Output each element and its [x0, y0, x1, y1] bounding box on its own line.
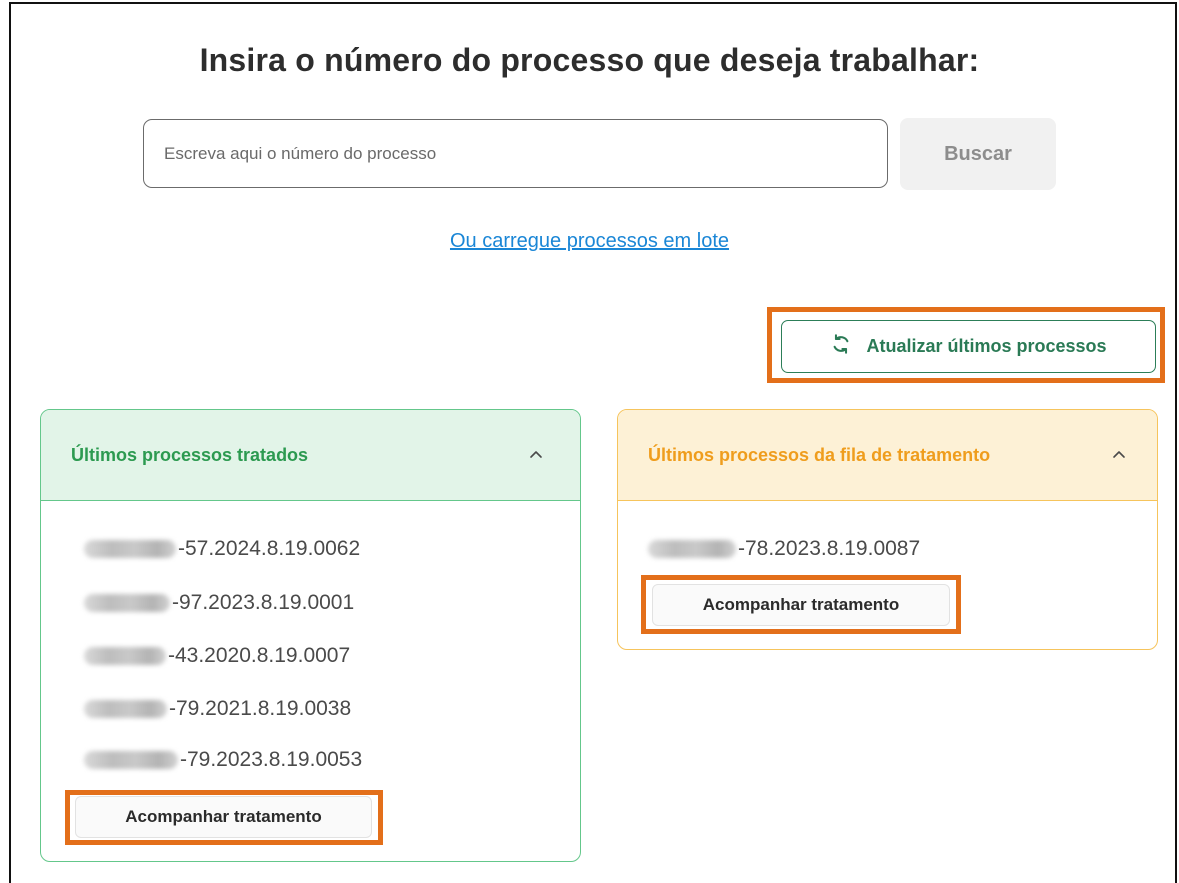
process-number-input[interactable]: [143, 119, 888, 188]
search-button[interactable]: Buscar: [900, 118, 1056, 190]
treated-process-item[interactable]: -79.2021.8.19.0038: [84, 697, 351, 721]
redacted-number: [84, 594, 170, 612]
process-number: -79.2021.8.19.0038: [169, 697, 352, 720]
redacted-number: [648, 540, 736, 558]
process-number: -78.2023.8.19.0087: [738, 537, 921, 560]
process-number: -79.2023.8.19.0053: [180, 748, 363, 771]
treated-process-item[interactable]: -57.2024.8.19.0062: [84, 537, 360, 561]
redacted-number: [84, 751, 178, 769]
queue-process-item[interactable]: -78.2023.8.19.0087: [648, 537, 920, 561]
queue-panel-title: Últimos processos da fila de tratamento: [648, 444, 991, 465]
refresh-processes-button[interactable]: Atualizar últimos processos: [781, 320, 1156, 373]
process-number: -43.2020.8.19.0007: [168, 644, 351, 667]
redacted-number: [84, 540, 176, 558]
queue-panel-header[interactable]: Últimos processos da fila de tratamento: [618, 410, 1157, 501]
refresh-icon: [830, 333, 852, 360]
follow-treatment-button-treated[interactable]: Acompanhar tratamento: [75, 796, 372, 838]
treated-panel-header[interactable]: Últimos processos tratados: [41, 410, 580, 501]
treated-process-item[interactable]: -79.2023.8.19.0053: [84, 748, 362, 772]
process-number: -57.2024.8.19.0062: [178, 537, 361, 560]
process-number: -97.2023.8.19.0001: [172, 591, 355, 614]
redacted-number: [84, 700, 167, 718]
chevron-up-icon[interactable]: [1111, 447, 1127, 463]
page-title: Insira o número do processo que deseja t…: [199, 42, 980, 78]
follow-treatment-button-queue[interactable]: Acompanhar tratamento: [652, 584, 950, 626]
treated-panel-title: Últimos processos tratados: [71, 444, 309, 465]
chevron-up-icon[interactable]: [528, 447, 544, 463]
redacted-number: [84, 647, 166, 665]
treated-process-item[interactable]: -97.2023.8.19.0001: [84, 591, 354, 615]
refresh-button-label: Atualizar últimos processos: [866, 336, 1107, 356]
batch-upload-link[interactable]: Ou carregue processos em lote: [0, 230, 1179, 253]
treated-process-item[interactable]: -43.2020.8.19.0007: [84, 644, 350, 668]
